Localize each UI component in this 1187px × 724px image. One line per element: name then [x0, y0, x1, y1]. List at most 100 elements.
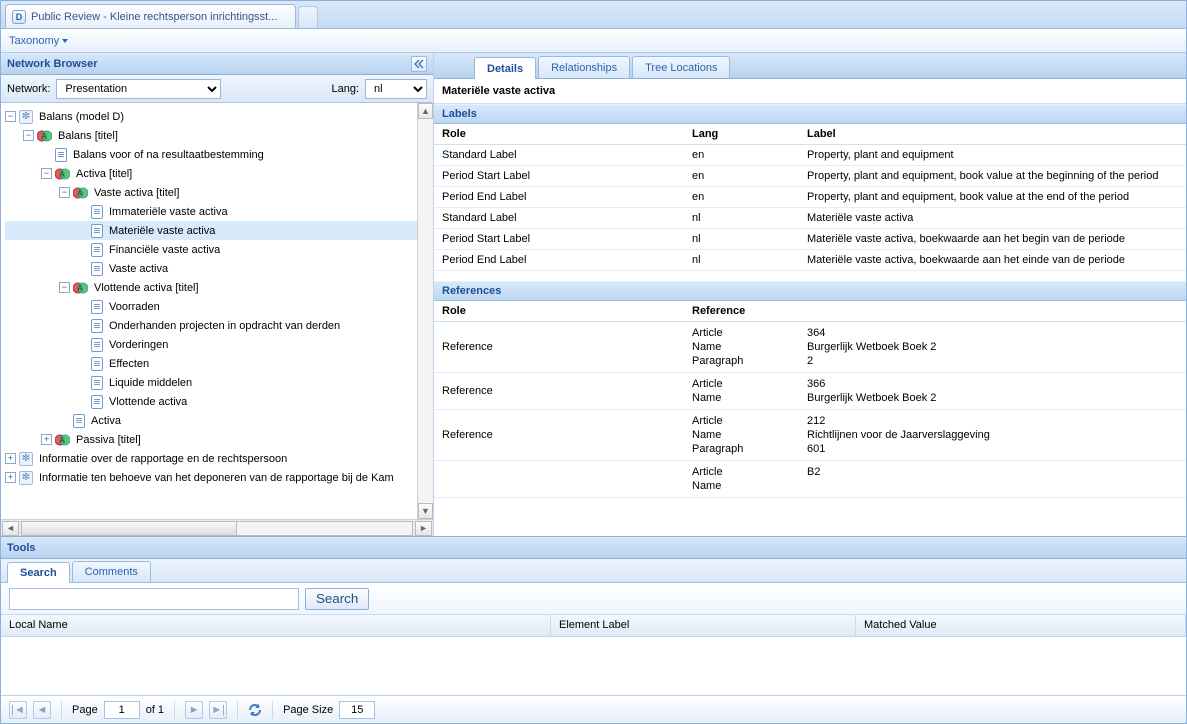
tree-node[interactable]: − A Vlottende activa [titel]	[5, 278, 417, 297]
tree-horizontal-scrollbar[interactable]: ◄ ►	[1, 519, 433, 536]
new-tab-button[interactable]	[298, 6, 318, 28]
cell: Materiële vaste activa, boekwaarde aan h…	[799, 229, 1186, 250]
tree-node[interactable]: Voorraden	[5, 297, 417, 316]
tree-label: Effecten	[107, 358, 151, 370]
tab-label: Details	[487, 63, 523, 75]
item-icon	[91, 224, 103, 238]
tree-node[interactable]: Vlottende activa	[5, 392, 417, 411]
table-row[interactable]: ReferenceArticleName366Burgerlijk Wetboe…	[434, 373, 1186, 410]
cell: Standard Label	[434, 208, 684, 229]
scroll-down-icon[interactable]: ▼	[418, 503, 433, 519]
abstract-icon: A	[37, 129, 52, 143]
refresh-icon[interactable]	[248, 703, 262, 717]
cell: 366Burgerlijk Wetboek Boek 2	[799, 373, 1186, 410]
tab-details[interactable]: Details	[474, 57, 536, 79]
tree-scroll[interactable]: − Balans (model D) − A Balans [titel]	[1, 103, 417, 519]
tab-search[interactable]: Search	[7, 562, 70, 583]
scroll-thumb[interactable]	[22, 522, 237, 535]
tree-node[interactable]: + A Passiva [titel]	[5, 430, 417, 449]
tree-label: Vaste activa [titel]	[92, 187, 181, 199]
cell: ArticleNameParagraph	[684, 410, 799, 461]
tree-node[interactable]: Immateriële vaste activa	[5, 202, 417, 221]
table-row[interactable]: Standard LabelenProperty, plant and equi…	[434, 145, 1186, 166]
expand-toggle-icon[interactable]: +	[5, 472, 16, 483]
tree-label: Balans [titel]	[56, 130, 120, 142]
table-row[interactable]: Period End LabelnlMateriële vaste activa…	[434, 250, 1186, 271]
expand-toggle-icon[interactable]: +	[5, 453, 16, 464]
section-references: References	[434, 281, 1186, 301]
tree-node[interactable]: Onderhanden projecten in opdracht van de…	[5, 316, 417, 335]
tree-node[interactable]: Balans voor of na resultaatbestemming	[5, 145, 417, 164]
tree-node[interactable]: − A Vaste activa [titel]	[5, 183, 417, 202]
expand-toggle-icon[interactable]: −	[59, 282, 70, 293]
app-window: Public Review - Kleine rechtsperson inri…	[0, 0, 1187, 724]
labels-header-label: Label	[799, 124, 1186, 145]
collapse-panel-button[interactable]	[411, 56, 427, 72]
tab-label: Comments	[85, 566, 138, 578]
tree-vertical-scrollbar[interactable]: ▲ ▼	[417, 103, 433, 519]
cell: en	[684, 166, 799, 187]
details-panel: Details Relationships Tree Locations Mat…	[434, 53, 1186, 536]
tree-label: Immateriële vaste activa	[107, 206, 230, 218]
table-row[interactable]: ReferenceArticleNameParagraph364Burgerli…	[434, 322, 1186, 373]
pager-first-button[interactable]: |◄	[9, 701, 27, 719]
tree-node[interactable]: Activa	[5, 411, 417, 430]
app-tab[interactable]: Public Review - Kleine rechtsperson inri…	[5, 4, 296, 28]
tab-comments[interactable]: Comments	[72, 561, 151, 582]
tree-node[interactable]: Vaste activa	[5, 259, 417, 278]
tree-node[interactable]: Effecten	[5, 354, 417, 373]
expand-toggle-icon[interactable]: −	[5, 111, 16, 122]
tree-node[interactable]: Liquide middelen	[5, 373, 417, 392]
tree-label: Balans (model D)	[37, 111, 126, 123]
lang-select[interactable]: nl	[365, 79, 427, 99]
references-table: Role Reference ReferenceArticleNameParag…	[434, 301, 1186, 498]
results-col-local-name: Local Name	[1, 615, 551, 636]
tools-title: Tools	[7, 542, 36, 554]
pager-next-button[interactable]: ►	[185, 701, 203, 719]
tree-node-selected[interactable]: Materiële vaste activa	[5, 221, 417, 240]
cell: ArticleName	[684, 461, 799, 498]
cell	[434, 461, 684, 498]
tree-node[interactable]: + Informatie over de rapportage en de re…	[5, 449, 417, 468]
scroll-up-icon[interactable]: ▲	[418, 103, 433, 119]
scroll-right-icon[interactable]: ►	[415, 521, 432, 536]
tree-label: Activa	[89, 415, 123, 427]
scroll-left-icon[interactable]: ◄	[2, 521, 19, 536]
svg-text:A: A	[41, 132, 47, 141]
tree-label: Vlottende activa	[107, 396, 189, 408]
network-browser-panel: Network Browser Network: Presentation La…	[1, 53, 434, 536]
refs-header-role: Role	[434, 301, 684, 322]
tree-node[interactable]: Financiële vaste activa	[5, 240, 417, 259]
tree-node[interactable]: + Informatie ten behoeve van het deponer…	[5, 468, 417, 487]
pager-last-button[interactable]: ►|	[209, 701, 227, 719]
tree-node[interactable]: − A Balans [titel]	[5, 126, 417, 145]
pager-prev-button[interactable]: ◄	[33, 701, 51, 719]
tree-label: Activa [titel]	[74, 168, 134, 180]
table-row[interactable]: Period End LabelenProperty, plant and eq…	[434, 187, 1186, 208]
table-row[interactable]: Period Start LabelnlMateriële vaste acti…	[434, 229, 1186, 250]
scroll-track[interactable]	[21, 521, 413, 536]
expand-toggle-icon[interactable]: −	[23, 130, 34, 141]
table-row[interactable]: Standard LabelnlMateriële vaste activa	[434, 208, 1186, 229]
tab-relationships[interactable]: Relationships	[538, 56, 630, 78]
scroll-track[interactable]	[418, 119, 433, 503]
expand-toggle-icon[interactable]: −	[41, 168, 52, 179]
network-select[interactable]: Presentation	[56, 79, 221, 99]
table-row[interactable]: Period Start LabelenProperty, plant and …	[434, 166, 1186, 187]
expand-toggle-icon[interactable]: +	[41, 434, 52, 445]
tree-node-root[interactable]: − Balans (model D)	[5, 107, 417, 126]
tree-node[interactable]: Vorderingen	[5, 335, 417, 354]
cell: nl	[684, 250, 799, 271]
tab-tree-locations[interactable]: Tree Locations	[632, 56, 730, 78]
tree-node[interactable]: − A Activa [titel]	[5, 164, 417, 183]
menu-taxonomy[interactable]: Taxonomy	[9, 35, 68, 47]
search-input[interactable]	[9, 588, 299, 610]
lang-label: Lang:	[331, 83, 359, 95]
search-button[interactable]: Search	[305, 588, 369, 610]
gear-icon	[19, 452, 33, 466]
expand-toggle-icon[interactable]: −	[59, 187, 70, 198]
pager-page-input[interactable]	[104, 701, 140, 719]
table-row[interactable]: ArticleNameB2	[434, 461, 1186, 498]
table-row[interactable]: ReferenceArticleNameParagraph212Richtlij…	[434, 410, 1186, 461]
pager-page-size-input[interactable]	[339, 701, 375, 719]
